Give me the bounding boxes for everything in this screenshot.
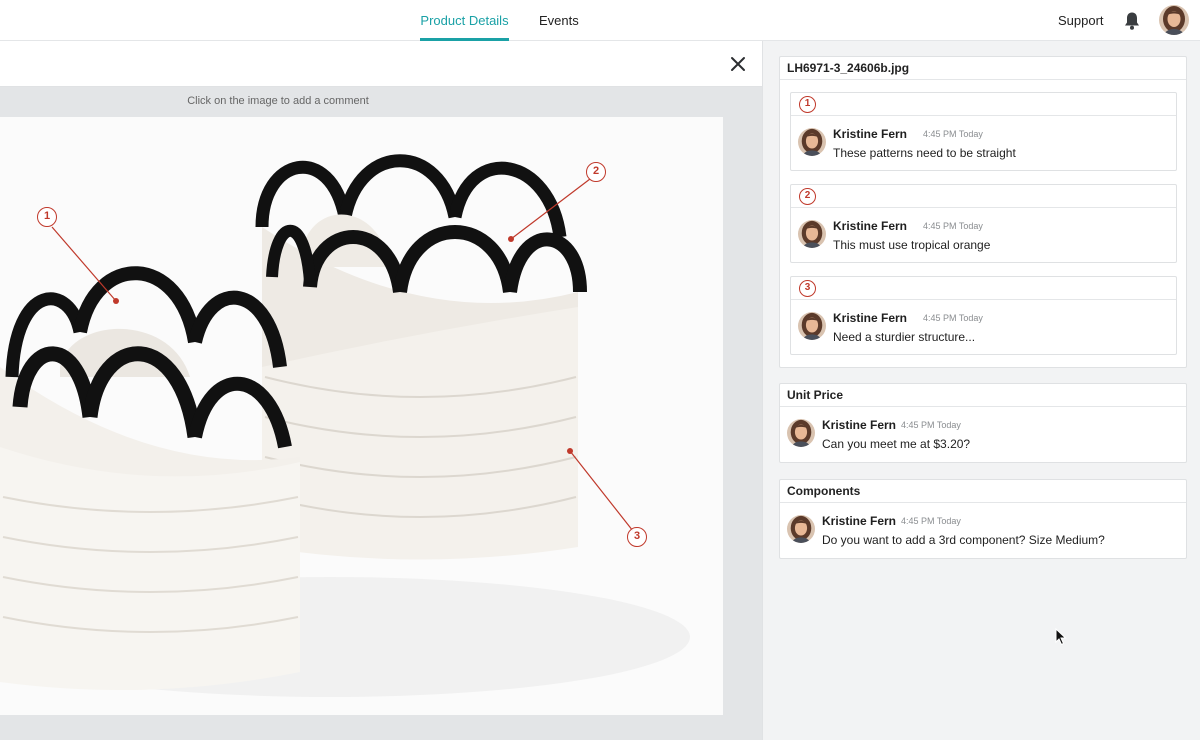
comment-author: Kristine Fern xyxy=(833,311,908,325)
baskets-illustration xyxy=(0,117,723,715)
comment: Kristine Fern 4:45 PM Today Can you meet… xyxy=(780,407,1186,462)
annotation-pin-3[interactable]: 3 xyxy=(627,527,647,547)
unit-price-card[interactable]: Unit Price Kristine Fern 4:45 PM Today C… xyxy=(779,383,1187,463)
card-title: Unit Price xyxy=(780,384,1186,407)
comment-author: Kristine Fern xyxy=(822,418,897,432)
comment-text: Need a sturdier structure... xyxy=(833,330,976,344)
comment-thread-1[interactable]: 1 Kristine Fern 4:45 PM Today These patt… xyxy=(790,92,1177,171)
comment-time: 4:45 PM Today xyxy=(923,129,983,139)
comment-author: Kristine Fern xyxy=(833,219,908,233)
file-comments-card: LH6971-3_24606b.jpg 1 Kristine Fern 4:45… xyxy=(779,56,1187,368)
mouse-cursor-icon xyxy=(1055,627,1067,646)
comment-text: This must use tropical orange xyxy=(833,238,991,252)
avatar xyxy=(798,312,826,340)
avatar[interactable] xyxy=(1159,5,1189,35)
comment: Kristine Fern 4:45 PM Today This must us… xyxy=(791,208,1176,263)
comment: Kristine Fern 4:45 PM Today Do you want … xyxy=(780,503,1186,558)
comment: Kristine Fern 4:45 PM Today These patter… xyxy=(791,116,1176,171)
annotation-pin-1[interactable]: 1 xyxy=(37,207,57,227)
comment-time: 4:45 PM Today xyxy=(901,420,961,430)
comment-author: Kristine Fern xyxy=(833,127,908,141)
avatar xyxy=(787,515,815,543)
comment-author: Kristine Fern xyxy=(822,514,897,528)
comment-thread-3[interactable]: 3 Kristine Fern 4:45 PM Today Need a stu… xyxy=(790,276,1177,355)
close-icon[interactable] xyxy=(729,55,747,73)
thread-number: 3 xyxy=(799,280,816,297)
viewer-hint: Click on the image to add a comment xyxy=(187,95,369,107)
thread-number: 2 xyxy=(799,188,816,205)
comment-time: 4:45 PM Today xyxy=(923,313,983,323)
avatar xyxy=(798,220,826,248)
annotation-pin-2[interactable]: 2 xyxy=(586,162,606,182)
image-viewer: Click on the image to add a comment 1 2 … xyxy=(0,41,762,740)
bell-icon[interactable] xyxy=(1123,11,1141,31)
comment-text: Can you meet me at $3.20? xyxy=(822,437,971,451)
card-title: Components xyxy=(780,480,1186,503)
comment-time: 4:45 PM Today xyxy=(923,221,983,231)
viewer-header xyxy=(0,41,762,87)
comments-panel: LH6971-3_24606b.jpg 1 Kristine Fern 4:45… xyxy=(762,41,1200,740)
thread-number: 1 xyxy=(799,96,816,113)
top-nav-bar: Product Details Events Support xyxy=(0,0,1200,41)
components-card[interactable]: Components Kristine Fern 4:45 PM Today D… xyxy=(779,479,1187,559)
product-image[interactable]: 1 2 3 xyxy=(0,117,723,715)
comment-time: 4:45 PM Today xyxy=(901,516,961,526)
tab-events[interactable]: Events xyxy=(539,0,579,41)
comment-thread-2[interactable]: 2 Kristine Fern 4:45 PM Today This must … xyxy=(790,184,1177,263)
comment: Kristine Fern 4:45 PM Today Need a sturd… xyxy=(791,300,1176,355)
comment-text: Do you want to add a 3rd component? Size… xyxy=(822,533,1105,547)
file-name: LH6971-3_24606b.jpg xyxy=(780,57,1186,80)
avatar xyxy=(798,128,826,156)
comment-text: These patterns need to be straight xyxy=(833,146,1016,160)
avatar xyxy=(787,419,815,447)
support-link[interactable]: Support xyxy=(1058,0,1104,41)
tab-product-details[interactable]: Product Details xyxy=(420,0,509,41)
